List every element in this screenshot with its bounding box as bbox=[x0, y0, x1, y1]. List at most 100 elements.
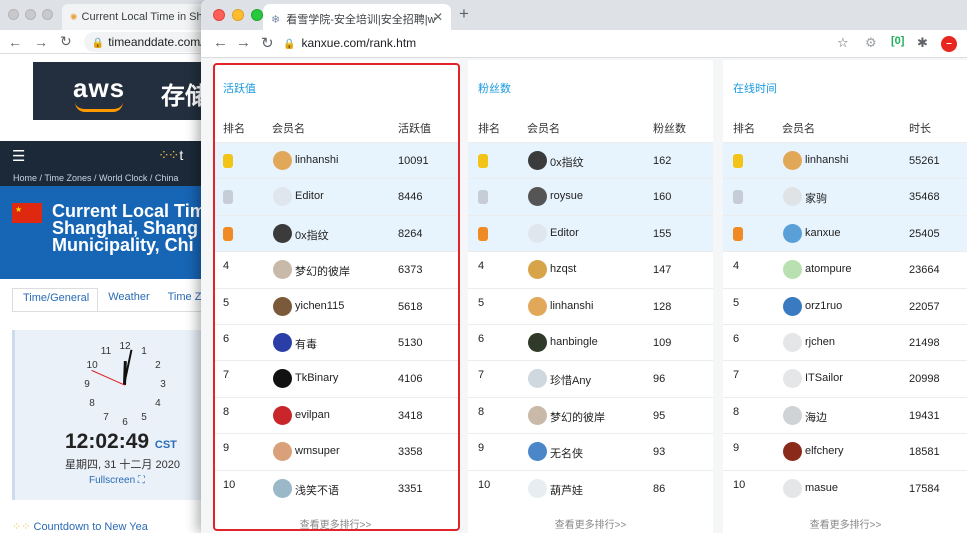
member-name[interactable]: 家驹 bbox=[805, 190, 827, 206]
reload-icon[interactable]: ↻ bbox=[60, 33, 72, 50]
fullscreen-link[interactable]: Fullscreen ⛶ bbox=[89, 475, 145, 486]
avatar[interactable] bbox=[528, 260, 547, 280]
member-name[interactable]: 无名侠 bbox=[550, 445, 583, 461]
rank-number: 6 bbox=[478, 332, 485, 345]
avatar[interactable] bbox=[528, 478, 547, 498]
close-window-button[interactable] bbox=[213, 9, 225, 21]
member-name[interactable]: masue bbox=[805, 482, 838, 494]
close-tab-icon[interactable]: ✕ bbox=[433, 10, 443, 24]
table-row[interactable]: 5 orz1ruo 22057 bbox=[723, 287, 967, 324]
table-row[interactable]: 8 海边 19431 bbox=[723, 396, 967, 433]
view-more-link[interactable]: 查看更多排行>> bbox=[468, 516, 713, 531]
table-row[interactable]: 6 hanbingle 109 bbox=[468, 323, 713, 360]
back-arrow-icon[interactable]: ← bbox=[8, 34, 22, 50]
breadcrumb[interactable]: Home / Time Zones / World Clock / China bbox=[0, 171, 230, 186]
member-name[interactable]: hzqst bbox=[550, 263, 576, 275]
back-arrow-icon[interactable]: ← bbox=[213, 34, 228, 51]
table-row[interactable]: 10 葫芦娃 86 bbox=[468, 469, 713, 506]
avatar[interactable] bbox=[783, 405, 802, 425]
table-row[interactable]: 9 无名侠 93 bbox=[468, 433, 713, 469]
table-row[interactable]: linhanshi 55261 bbox=[723, 142, 967, 179]
member-name[interactable]: hanbingle bbox=[550, 336, 598, 348]
member-name[interactable]: atompure bbox=[805, 263, 851, 275]
panel-title[interactable]: 粉丝数 bbox=[478, 80, 511, 96]
digital-time: 12:02:49 CST bbox=[65, 430, 177, 453]
member-name[interactable]: ITSailor bbox=[805, 372, 843, 384]
timeanddate-header: ★ Current Local Tim Shanghai, Shang Muni… bbox=[0, 186, 230, 279]
avatar[interactable] bbox=[528, 332, 547, 352]
avatar[interactable] bbox=[528, 369, 547, 389]
member-name[interactable]: orz1ruo bbox=[805, 300, 842, 312]
tab-weather[interactable]: Weather bbox=[98, 288, 157, 312]
background-toolbar: ← → ↻ 🔒 timeanddate.com/ bbox=[0, 30, 230, 54]
table-row[interactable]: 家驹 35468 bbox=[723, 178, 967, 215]
avatar[interactable] bbox=[783, 187, 802, 207]
table-row[interactable]: 4 atompure 23664 bbox=[723, 251, 967, 287]
avatar[interactable] bbox=[528, 296, 547, 316]
avatar[interactable] bbox=[783, 369, 802, 389]
maximize-window-button[interactable] bbox=[251, 9, 263, 21]
member-name[interactable]: roysue bbox=[550, 190, 583, 202]
avatar[interactable] bbox=[783, 332, 802, 352]
tab-time-general[interactable]: Time/General bbox=[12, 288, 99, 312]
rank-number: 10 bbox=[733, 478, 746, 491]
avatar[interactable] bbox=[528, 442, 547, 462]
table-row[interactable]: 0x指纹 162 bbox=[468, 142, 713, 179]
member-name[interactable]: kanxue bbox=[805, 227, 840, 239]
table-row[interactable]: roysue 160 bbox=[468, 178, 713, 215]
member-name[interactable]: 0x指纹 bbox=[550, 154, 584, 170]
table-row[interactable]: kanxue 25405 bbox=[723, 214, 967, 252]
member-name[interactable]: Editor bbox=[550, 227, 579, 239]
forward-arrow-icon[interactable]: → bbox=[236, 34, 251, 51]
table-row[interactable]: 5 linhanshi 128 bbox=[468, 287, 713, 324]
clock-number: 8 bbox=[89, 398, 95, 409]
timeanddate-logo[interactable]: ⁘⁘ t bbox=[158, 147, 183, 164]
avatar[interactable] bbox=[783, 260, 802, 280]
front-browser-window[interactable]: ❄ 看雪学院-安全培训|安全招聘|w ✕ + ← → ↻ 🔒 kanxue.com/… bbox=[201, 0, 967, 533]
avatar[interactable] bbox=[783, 478, 802, 498]
avatar[interactable] bbox=[783, 442, 802, 462]
reload-icon[interactable]: ↻ bbox=[261, 34, 274, 52]
table-row[interactable]: 7 珍惜Any 96 bbox=[468, 360, 713, 396]
table-row[interactable]: Editor 155 bbox=[468, 214, 713, 252]
avatar[interactable] bbox=[783, 296, 802, 316]
extensions-puzzle-icon[interactable]: ✱ bbox=[917, 35, 928, 51]
table-row[interactable]: 7 ITSailor 20998 bbox=[723, 360, 967, 396]
active-tab[interactable]: ❄ 看雪学院-安全培训|安全招聘|w ✕ bbox=[263, 4, 451, 30]
forward-arrow-icon[interactable]: → bbox=[34, 34, 48, 50]
avatar[interactable] bbox=[528, 151, 547, 170]
avatar[interactable] bbox=[783, 223, 802, 243]
avatar[interactable] bbox=[528, 405, 547, 425]
member-name[interactable]: 葫芦娃 bbox=[550, 482, 583, 498]
member-name[interactable]: 梦幻的彼岸 bbox=[550, 409, 605, 425]
member-name[interactable]: 珍惜Any bbox=[550, 372, 591, 388]
member-name[interactable]: elfchery bbox=[805, 445, 844, 457]
rank-number: 6 bbox=[733, 332, 740, 345]
background-browser-window[interactable]: ✺ Current Local Time in Shan ← → ↻ 🔒 timea… bbox=[0, 0, 230, 533]
member-name[interactable]: 海边 bbox=[805, 409, 827, 425]
address-bar[interactable]: 🔒 kanxue.com/rank.htm bbox=[281, 32, 831, 54]
background-window-controls[interactable] bbox=[8, 9, 53, 20]
minimize-window-button[interactable] bbox=[232, 9, 244, 21]
avatar[interactable] bbox=[528, 223, 547, 243]
bronze-medal-icon bbox=[478, 226, 488, 241]
qr-extension-icon[interactable]: [0] bbox=[891, 35, 904, 47]
hamburger-menu-icon[interactable]: ☰ bbox=[12, 147, 25, 165]
member-name[interactable]: linhanshi bbox=[805, 154, 848, 166]
table-row[interactable]: 10 masue 17584 bbox=[723, 469, 967, 506]
new-tab-button[interactable]: + bbox=[459, 4, 469, 24]
member-name[interactable]: rjchen bbox=[805, 336, 835, 348]
member-name[interactable]: linhanshi bbox=[550, 300, 593, 312]
profile-blocked-icon[interactable]: – bbox=[941, 36, 957, 52]
table-row[interactable]: 8 梦幻的彼岸 95 bbox=[468, 396, 713, 433]
table-row[interactable]: 6 rjchen 21498 bbox=[723, 323, 967, 360]
view-more-link[interactable]: 查看更多排行>> bbox=[723, 516, 967, 531]
bookmark-star-icon[interactable]: ☆ bbox=[837, 35, 849, 51]
avatar[interactable] bbox=[528, 187, 547, 207]
panel-title[interactable]: 在线时间 bbox=[733, 80, 777, 96]
avatar[interactable] bbox=[783, 151, 802, 170]
table-row[interactable]: 9 elfchery 18581 bbox=[723, 433, 967, 469]
table-row[interactable]: 4 hzqst 147 bbox=[468, 251, 713, 287]
countdown-link[interactable]: ⁘⁘ Countdown to New Yea bbox=[12, 520, 230, 533]
extension-icon[interactable]: ⚙ bbox=[865, 35, 877, 51]
